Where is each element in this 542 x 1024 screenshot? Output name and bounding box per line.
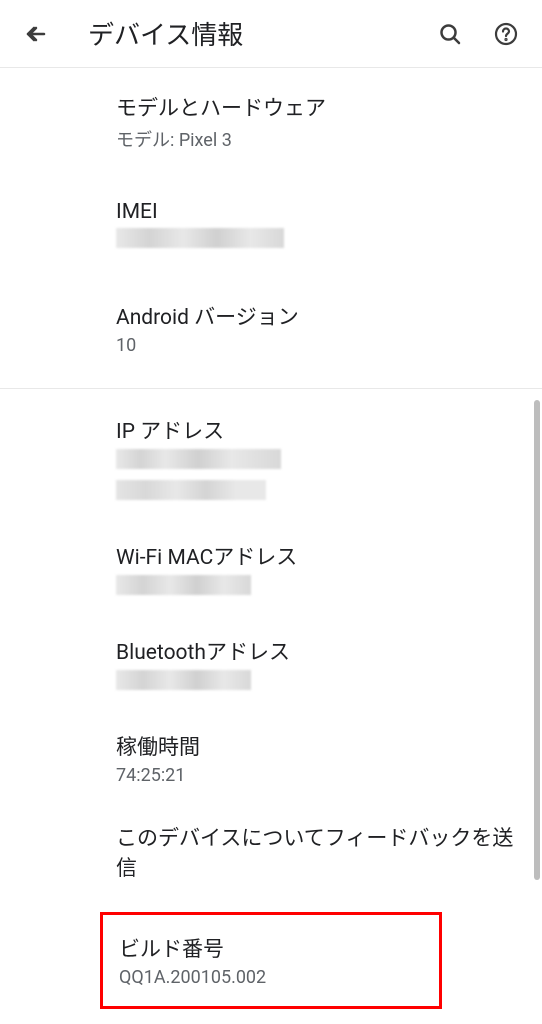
back-button[interactable] [16,14,56,54]
settings-list: モデルとハードウェア モデル: Pixel 3 IMEI Android バージ… [0,68,542,1009]
item-subtitle-redacted [116,670,518,695]
help-icon [494,22,518,46]
item-subtitle-redacted [116,449,518,505]
scrollbar[interactable] [534,400,540,880]
item-subtitle-redacted [116,228,518,253]
item-title: IP アドレス [116,415,518,445]
arrow-back-icon [24,22,48,46]
help-button[interactable] [486,14,526,54]
item-bluetooth-address[interactable]: Bluetoothアドレス [0,618,542,713]
item-build-number[interactable]: ビルド番号 QQ1A.200105.002 [100,912,442,1009]
header-actions [430,14,526,54]
item-android-version[interactable]: Android バージョン 10 [0,277,542,380]
search-icon [438,22,462,46]
page-title: デバイス情報 [88,15,430,52]
item-title: このデバイスについてフィードバックを送信 [116,822,518,882]
item-title: Bluetoothアドレス [116,636,518,666]
item-subtitle: 10 [116,335,518,356]
item-subtitle-redacted [116,575,518,600]
item-title: Wi-Fi MACアドレス [116,541,518,571]
item-title: ビルド番号 [119,933,423,963]
item-title: Android バージョン [116,301,518,331]
item-model-hardware[interactable]: モデルとハードウェア モデル: Pixel 3 [0,68,542,176]
item-title: IMEI [116,200,518,224]
search-button[interactable] [430,14,470,54]
item-send-feedback[interactable]: このデバイスについてフィードバックを送信 [0,804,542,904]
item-uptime[interactable]: 稼働時間 74:25:21 [0,713,542,804]
item-subtitle: QQ1A.200105.002 [119,967,423,988]
divider [0,388,542,389]
item-subtitle: モデル: Pixel 3 [116,126,518,152]
app-bar: デバイス情報 [0,0,542,68]
item-title: 稼働時間 [116,731,518,761]
item-wifi-mac[interactable]: Wi-Fi MACアドレス [0,523,542,618]
item-ip-address[interactable]: IP アドレス [0,397,542,523]
item-subtitle: 74:25:21 [116,765,518,786]
item-imei[interactable]: IMEI [0,176,542,277]
item-title: モデルとハードウェア [116,92,518,122]
